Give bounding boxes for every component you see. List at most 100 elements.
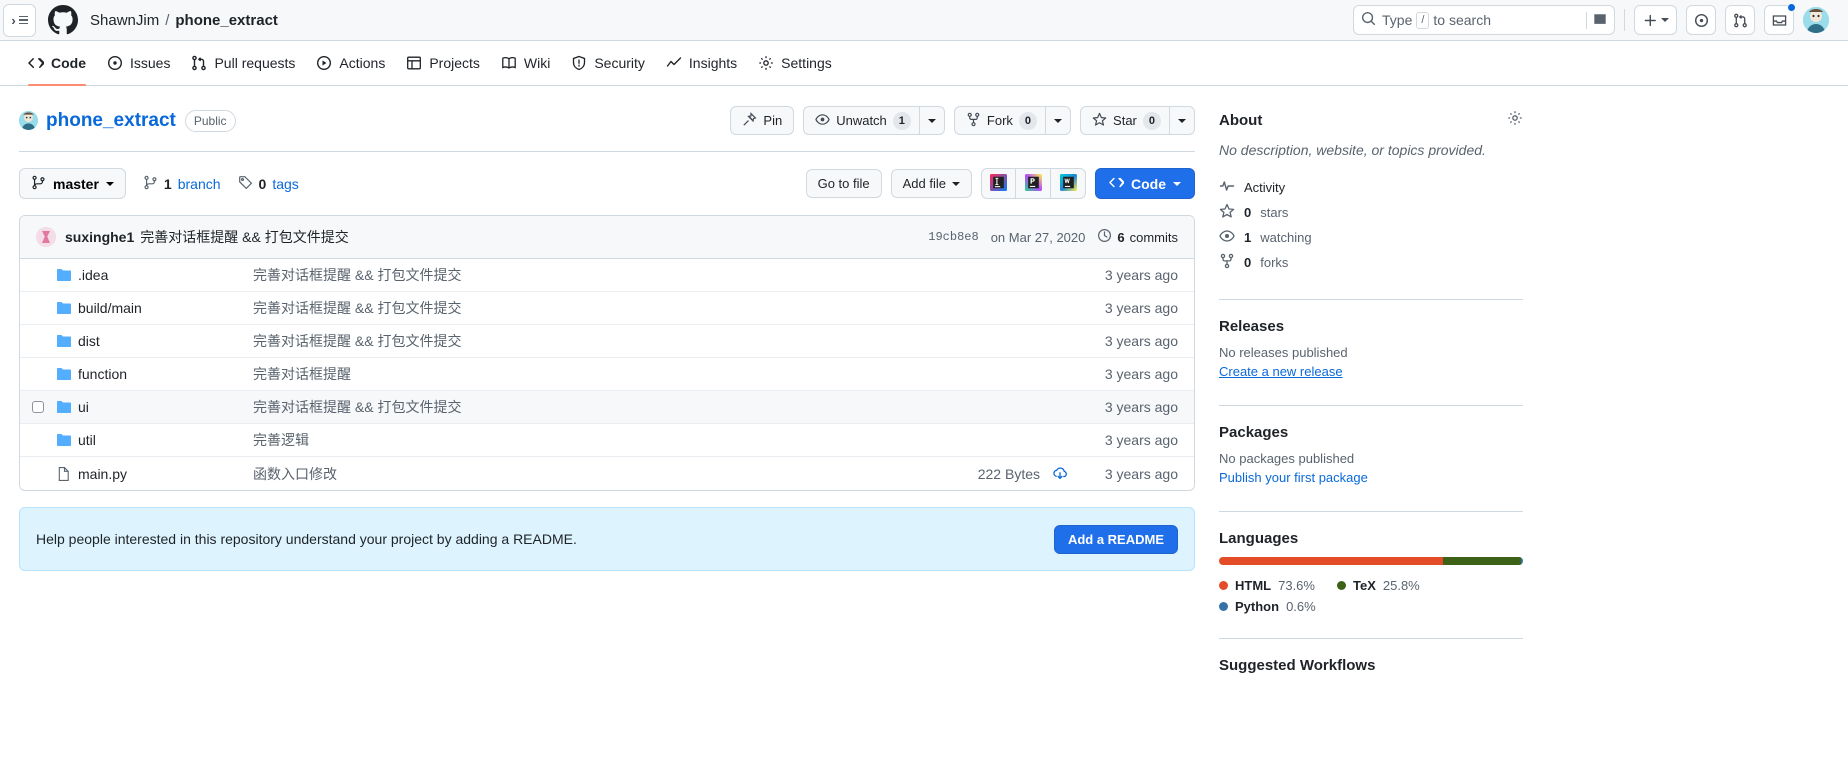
commit-history-link[interactable]: 6 commits <box>1097 228 1178 246</box>
open-in-intellij-idea-button[interactable] <box>981 168 1016 199</box>
go-to-file-button[interactable]: Go to file <box>805 169 882 198</box>
github-logo-icon[interactable] <box>48 5 78 35</box>
file-name[interactable]: .idea <box>78 267 253 283</box>
file-name[interactable]: dist <box>78 333 253 349</box>
commit-author-avatar[interactable] <box>36 227 56 247</box>
file-commit-message[interactable]: 函数入口修改 <box>253 464 978 484</box>
download-raw-icon[interactable] <box>1052 466 1068 482</box>
forks-link[interactable]: 0 forks <box>1219 250 1523 275</box>
table-row[interactable]: ui 完善对话框提醒 && 打包文件提交 3 years ago <box>20 391 1194 424</box>
language-percent: 73.6% <box>1278 578 1315 593</box>
star-icon <box>1219 203 1235 222</box>
tab-security[interactable]: Security <box>562 47 654 79</box>
table-row[interactable]: function 完善对话框提醒 3 years ago <box>20 358 1194 391</box>
repository-header: phone_extract Public Pin Unwatch 1 Fork … <box>19 86 1195 152</box>
file-name[interactable]: main.py <box>78 466 253 482</box>
language-item-tex[interactable]: TeX 25.8% <box>1336 578 1420 593</box>
packages-heading: Packages <box>1219 424 1289 441</box>
create-new-button[interactable] <box>1634 5 1677 35</box>
language-color-dot <box>1336 581 1346 590</box>
releases-heading: Releases <box>1219 318 1285 335</box>
file-commit-message[interactable]: 完善对话框提醒 && 打包文件提交 <box>253 298 1086 318</box>
file-name[interactable]: function <box>78 366 253 382</box>
watch-dropdown-button[interactable] <box>918 106 945 135</box>
file-commit-message[interactable]: 完善对话框提醒 && 打包文件提交 <box>253 331 1086 351</box>
search-slash-key: / <box>1416 11 1430 29</box>
notifications-button[interactable] <box>1764 3 1796 35</box>
search-icon <box>1361 11 1376 29</box>
file-commit-message[interactable]: 完善对话框提醒 && 打包文件提交 <box>253 265 1086 285</box>
forks-label: forks <box>1260 255 1289 270</box>
search-input[interactable]: Type / to search <box>1353 5 1615 35</box>
sidebar-toggle-button[interactable]: › <box>3 3 36 37</box>
add-file-button[interactable]: Add file <box>890 169 972 198</box>
watching-link[interactable]: 1 watching <box>1219 225 1523 250</box>
table-row[interactable]: dist 完善对话框提醒 && 打包文件提交 3 years ago <box>20 325 1194 358</box>
tags-link[interactable]: 0 tags <box>238 175 299 193</box>
tab-code[interactable]: Code <box>19 47 95 86</box>
tag-icon <box>238 175 253 193</box>
visibility-badge: Public <box>184 109 236 132</box>
folder-icon <box>48 432 78 448</box>
tab-insights[interactable]: Insights <box>657 47 746 79</box>
file-commit-message[interactable]: 完善对话框提醒 <box>253 364 1086 384</box>
language-item-python[interactable]: Python 0.6% <box>1219 599 1316 614</box>
open-in-pycharm-button[interactable] <box>1016 168 1051 199</box>
tab-projects[interactable]: Projects <box>397 47 489 79</box>
fork-dropdown-button[interactable] <box>1045 106 1072 135</box>
branch-selector-button[interactable]: master <box>19 168 126 199</box>
file-commit-message[interactable]: 完善逻辑 <box>253 430 1086 450</box>
file-name[interactable]: util <box>78 432 253 448</box>
user-avatar[interactable] <box>1803 7 1829 33</box>
star-button[interactable]: Star 0 <box>1080 106 1169 135</box>
unwatch-button[interactable]: Unwatch 1 <box>803 106 919 135</box>
play-icon <box>316 55 332 71</box>
language-item-html[interactable]: HTML 73.6% <box>1219 578 1315 593</box>
file-commit-message[interactable]: 完善对话框提醒 && 打包文件提交 <box>253 397 1086 417</box>
commit-count: 6 <box>1117 229 1125 245</box>
tab-settings[interactable]: Settings <box>749 47 841 79</box>
commit-message[interactable]: 完善对话框提醒 && 打包文件提交 <box>140 227 348 247</box>
folder-icon <box>48 366 78 382</box>
activity-link[interactable]: Activity <box>1219 175 1523 200</box>
create-release-link[interactable]: Create a new release <box>1219 364 1343 379</box>
branches-link[interactable]: 1 branch <box>143 175 221 193</box>
table-row[interactable]: util 完善逻辑 3 years ago <box>20 424 1194 457</box>
pull-requests-button[interactable] <box>1725 5 1755 35</box>
tab-wiki[interactable]: Wiki <box>492 47 559 79</box>
pulse-icon <box>1219 178 1235 197</box>
stars-link[interactable]: 0 stars <box>1219 200 1523 225</box>
table-row[interactable]: .idea 完善对话框提醒 && 打包文件提交 3 years ago <box>20 259 1194 292</box>
table-row[interactable]: build/main 完善对话框提醒 && 打包文件提交 3 years ago <box>20 292 1194 325</box>
fork-button[interactable]: Fork 0 <box>953 106 1046 135</box>
row-checkbox-cell[interactable] <box>28 401 48 413</box>
code-button-label: Code <box>1131 175 1166 192</box>
star-button-group: Star 0 <box>1080 106 1195 135</box>
language-bar[interactable] <box>1219 557 1523 565</box>
file-name[interactable]: build/main <box>78 300 253 316</box>
commit-sha[interactable]: 19cb8e8 <box>928 230 978 244</box>
open-in-webstorm-button[interactable] <box>1051 168 1086 199</box>
gear-icon[interactable] <box>1507 110 1523 130</box>
add-readme-button[interactable]: Add a README <box>1053 524 1178 554</box>
tab-issues[interactable]: Issues <box>98 47 179 79</box>
page-title[interactable]: phone_extract <box>46 110 176 132</box>
command-palette-icon[interactable] <box>1586 11 1607 29</box>
issues-button[interactable] <box>1686 5 1716 35</box>
commit-author[interactable]: suxinghe1 <box>65 229 134 245</box>
breadcrumb-repo[interactable]: phone_extract <box>175 12 278 29</box>
table-row[interactable]: main.py 函数入口修改 222 Bytes 3 years ago <box>20 457 1194 490</box>
repo-forked-icon <box>966 112 981 130</box>
file-time: 3 years ago <box>1104 399 1178 415</box>
code-download-button[interactable]: Code <box>1095 168 1195 199</box>
breadcrumb-owner[interactable]: ShawnJim <box>90 12 159 29</box>
row-checkbox[interactable] <box>32 401 44 413</box>
pycharm-icon <box>1024 173 1042 194</box>
tab-actions[interactable]: Actions <box>307 47 394 79</box>
file-name[interactable]: ui <box>78 399 253 415</box>
tab-pull-requests[interactable]: Pull requests <box>182 47 304 79</box>
star-dropdown-button[interactable] <box>1169 106 1195 135</box>
publish-package-link[interactable]: Publish your first package <box>1219 470 1368 485</box>
file-time: 3 years ago <box>1104 366 1178 382</box>
pin-button[interactable]: Pin <box>730 106 795 135</box>
